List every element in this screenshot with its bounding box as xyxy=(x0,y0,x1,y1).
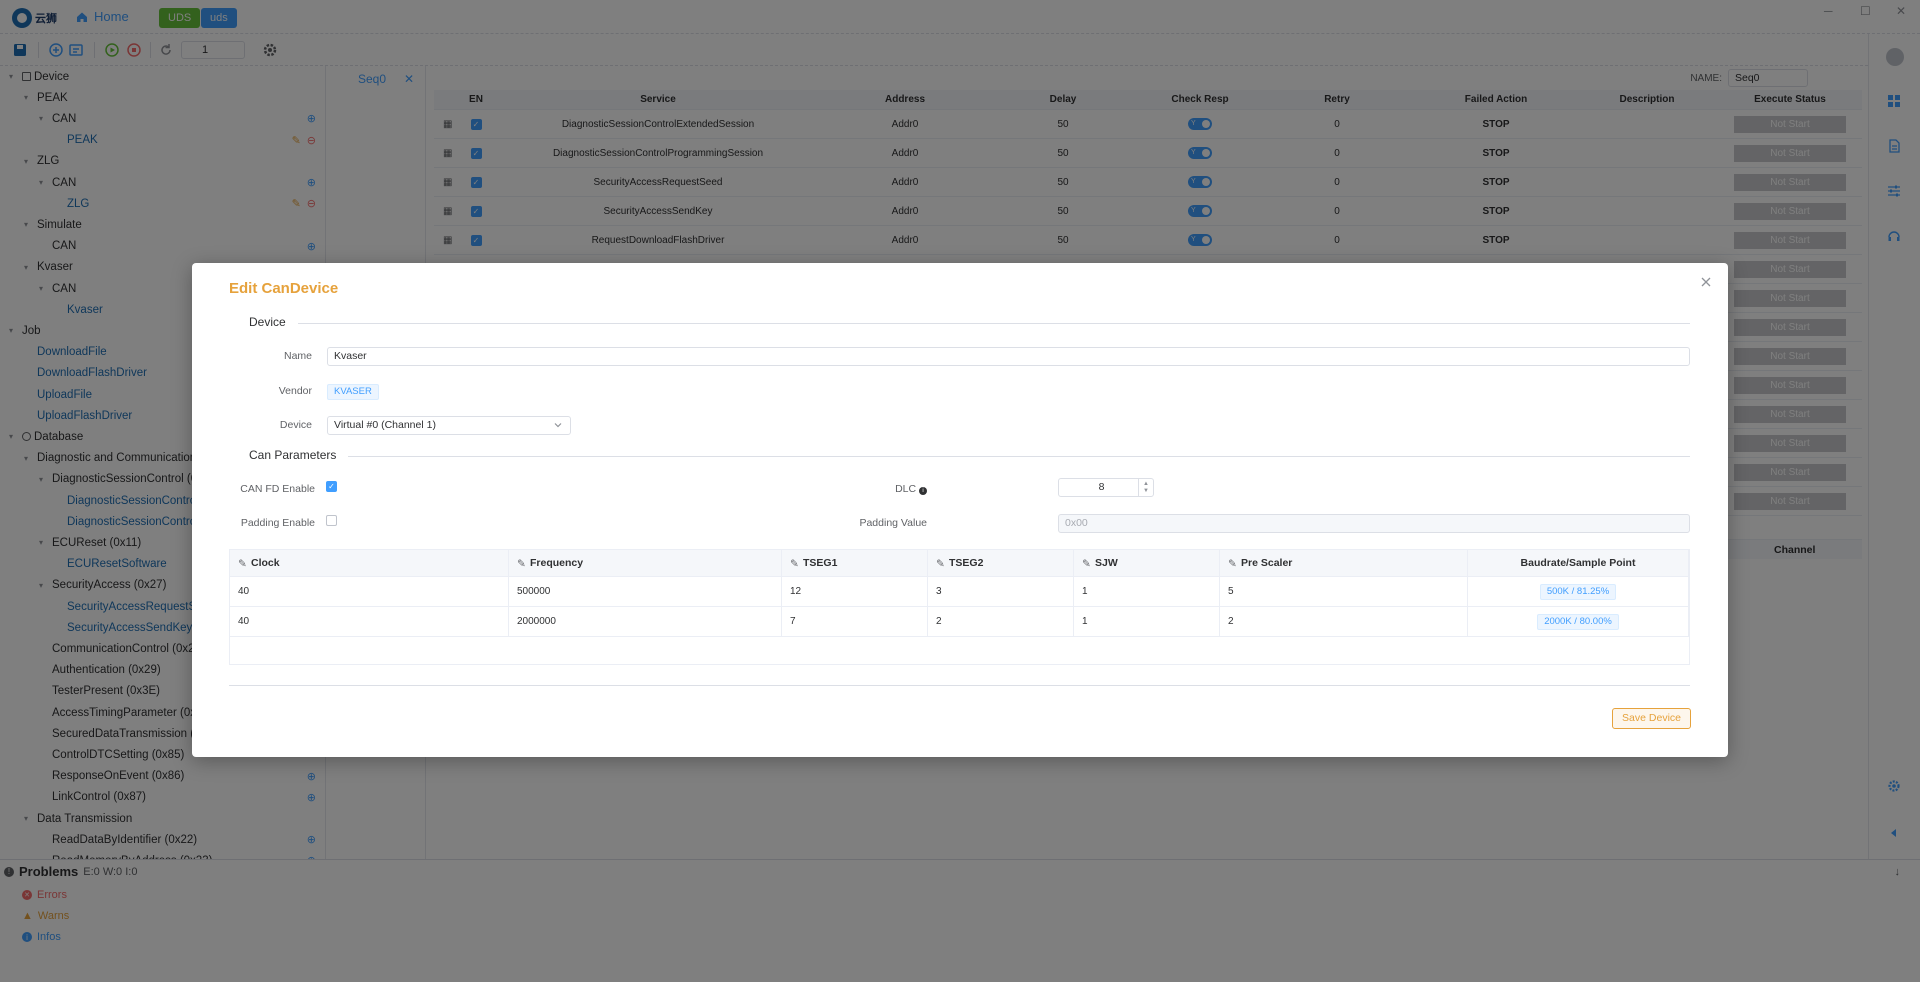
prescaler-cell[interactable]: 5 xyxy=(1220,577,1468,606)
can-section-divider: Can Parameters xyxy=(229,448,1690,462)
sjw-cell[interactable]: 1 xyxy=(1074,577,1220,606)
canfd-checkbox[interactable]: ✓ xyxy=(326,481,337,492)
dlc-label-text: DLC xyxy=(895,483,917,495)
can-section-title: Can Parameters xyxy=(229,448,349,462)
column-header-label: Baudrate/Sample Point xyxy=(1520,557,1636,569)
dlc-value: 8 xyxy=(1098,481,1105,493)
chevron-down-icon xyxy=(554,423,562,428)
column-header-label: Pre Scaler xyxy=(1241,557,1293,569)
dlc-stepper[interactable]: 8 ▲ ▼ xyxy=(1058,478,1154,497)
baudrate-tag: 500K / 81.25% xyxy=(1539,583,1617,600)
baud-cell: 2000K / 80.00% xyxy=(1468,607,1689,636)
edit-icon: ✎ xyxy=(1228,558,1237,570)
edit-icon: ✎ xyxy=(238,558,247,570)
padding-enable-label: Padding Enable xyxy=(240,517,315,529)
prescaler-cell[interactable]: 2 xyxy=(1220,607,1468,636)
tseg1-cell[interactable]: 12 xyxy=(782,577,928,606)
frequency-cell[interactable]: 2000000 xyxy=(509,607,782,636)
column-header-label: SJW xyxy=(1095,557,1118,569)
column-header-label: TSEG1 xyxy=(803,557,838,569)
chevron-up-icon[interactable]: ▲ xyxy=(1143,481,1149,488)
canfd-label: CAN FD Enable xyxy=(240,483,315,495)
chevron-down-icon[interactable]: ▼ xyxy=(1143,488,1149,495)
tseg2-cell[interactable]: 3 xyxy=(928,577,1074,606)
table-row[interactable]: 40 500000 12 3 1 5 500K / 81.25% xyxy=(230,577,1689,607)
clock-cell[interactable]: 40 xyxy=(230,607,509,636)
tseg2-cell[interactable]: 2 xyxy=(928,607,1074,636)
column-header: Baudrate/Sample Point xyxy=(1468,550,1689,576)
column-header-label: Frequency xyxy=(530,557,584,569)
name-label: Name xyxy=(283,350,312,362)
footer-divider xyxy=(229,685,1690,686)
padding-value-input[interactable]: 0x00 xyxy=(1058,514,1690,533)
device-section-title: Device xyxy=(229,315,298,329)
bit-timing-header: ✎ Clock ✎ Frequency ✎ TSEG1 ✎ TSEG2 ✎ SJW ✎ Pre Sca… xyxy=(230,550,1689,577)
device-label: Device xyxy=(279,419,312,431)
edit-icon: ✎ xyxy=(517,558,526,570)
column-header: ✎ SJW xyxy=(1074,550,1220,576)
vendor-label: Vendor xyxy=(278,385,312,397)
name-input[interactable]: Kvaser xyxy=(327,347,1690,366)
info-tooltip-icon[interactable]: i xyxy=(919,487,927,495)
frequency-cell[interactable]: 500000 xyxy=(509,577,782,606)
dialog-title: Edit CanDevice xyxy=(229,280,339,297)
dlc-label: DLC i xyxy=(817,483,927,495)
sjw-cell[interactable]: 1 xyxy=(1074,607,1220,636)
dlc-spin-buttons[interactable]: ▲ ▼ xyxy=(1138,479,1153,496)
device-select[interactable]: Virtual #0 (Channel 1) xyxy=(327,416,571,435)
save-device-button[interactable]: Save Device xyxy=(1612,708,1691,729)
baud-cell: 500K / 81.25% xyxy=(1468,577,1689,606)
table-row[interactable]: 40 2000000 7 2 1 2 2000K / 80.00% xyxy=(230,607,1689,637)
padding-enable-checkbox[interactable] xyxy=(326,515,337,526)
baudrate-tag: 2000K / 80.00% xyxy=(1537,613,1619,630)
edit-can-device-dialog: Edit CanDevice Device Name Kvaser Vendor… xyxy=(192,263,1728,757)
edit-icon: ✎ xyxy=(790,558,799,570)
clock-cell[interactable]: 40 xyxy=(230,577,509,606)
device-section-divider: Device xyxy=(229,315,1690,329)
column-header: ✎ TSEG1 xyxy=(782,550,928,576)
column-header: ✎ Pre Scaler xyxy=(1220,550,1468,576)
tseg1-cell[interactable]: 7 xyxy=(782,607,928,636)
edit-icon: ✎ xyxy=(1082,558,1091,570)
column-header-label: TSEG2 xyxy=(949,557,984,569)
bit-timing-table: ✎ Clock ✎ Frequency ✎ TSEG1 ✎ TSEG2 ✎ SJW ✎ Pre Sca… xyxy=(229,549,1690,665)
column-header-label: Clock xyxy=(251,557,280,569)
device-select-value: Virtual #0 (Channel 1) xyxy=(334,419,436,431)
dialog-close-icon[interactable] xyxy=(1698,274,1714,290)
column-header: ✎ Frequency xyxy=(509,550,782,576)
column-header: ✎ Clock xyxy=(230,550,509,576)
padding-value-label: Padding Value xyxy=(859,517,927,529)
column-header: ✎ TSEG2 xyxy=(928,550,1074,576)
vendor-tag: KVASER xyxy=(327,384,379,400)
edit-icon: ✎ xyxy=(936,558,945,570)
